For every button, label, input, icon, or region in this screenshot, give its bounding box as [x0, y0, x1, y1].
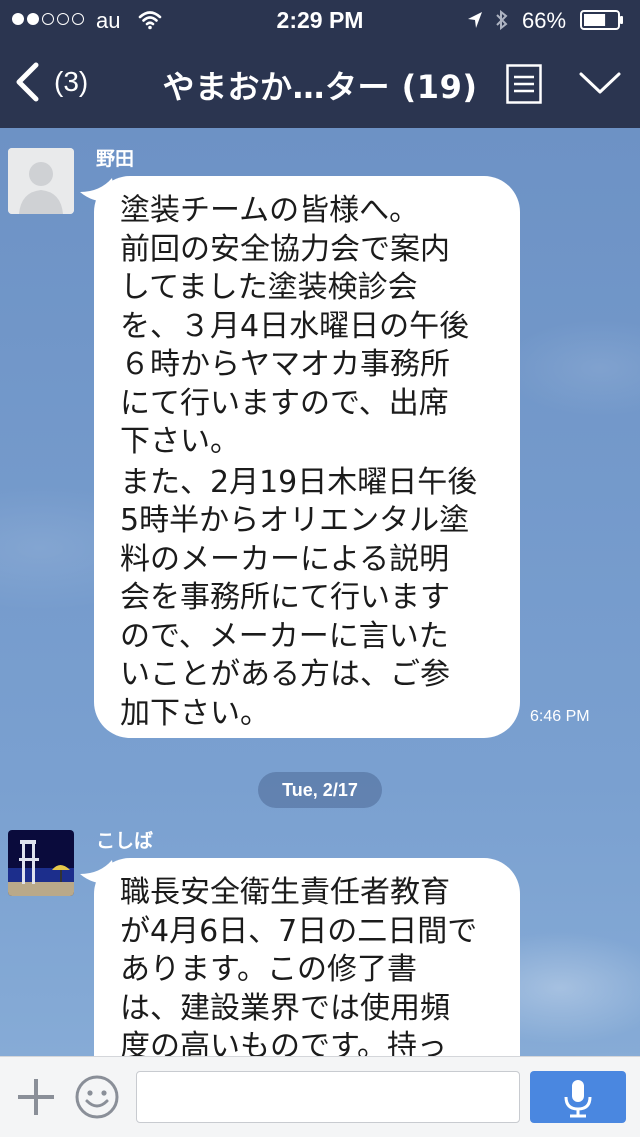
status-bar: au 2:29 PM 66% [0, 0, 640, 40]
message-time: 6:46 PM [530, 708, 590, 725]
unread-count: (3) [54, 66, 89, 97]
chevron-down-icon[interactable] [578, 70, 622, 96]
message-input[interactable] [136, 1071, 520, 1123]
avatar[interactable] [8, 148, 74, 214]
location-arrow-icon [468, 12, 482, 28]
voice-button[interactable] [530, 1071, 626, 1123]
back-button[interactable]: (3) [14, 62, 88, 102]
default-person-avatar-icon [8, 148, 74, 214]
smiley-icon[interactable] [74, 1074, 120, 1120]
sender-name: こしば [96, 830, 154, 852]
microphone-icon [564, 1080, 592, 1118]
message-text: 塗装チームの皆様へ。 前回の安全協力会で案内 してました塗装検診会 を、３月4日… [120, 193, 470, 459]
message-text: また、2月19日木曜日午後 5時半からオリエンタル塗 料のメーカーによる説明 会… [120, 464, 478, 731]
sender-name: 野田 [96, 148, 135, 170]
date-divider: Tue, 2/17 [258, 772, 382, 808]
top-bar: au 2:29 PM 66% (3) やまおか…ター (19) [0, 0, 640, 128]
list-icon[interactable] [506, 64, 542, 104]
chat-header: (3) やまおか…ター (19) [0, 40, 640, 128]
message-bubble[interactable]: 塗装チームの皆様へ。 前回の安全協力会で案内 してました塗装検診会 を、３月4日… [94, 176, 520, 738]
bluetooth-icon [496, 9, 508, 31]
message-text: 職長安全衛生責任者教育 が4月6日、7日の二日間で あります。この修了書 は、建… [120, 875, 478, 1064]
plus-icon[interactable] [16, 1077, 56, 1117]
chevron-left-icon [16, 62, 39, 102]
battery-percentage: 66% [522, 8, 567, 33]
beach-photo-avatar-icon [8, 830, 74, 896]
battery-icon [580, 10, 623, 30]
avatar[interactable] [8, 830, 74, 896]
message-input-bar [0, 1056, 640, 1137]
chat-title: やまおか…ター (19) [162, 68, 478, 106]
